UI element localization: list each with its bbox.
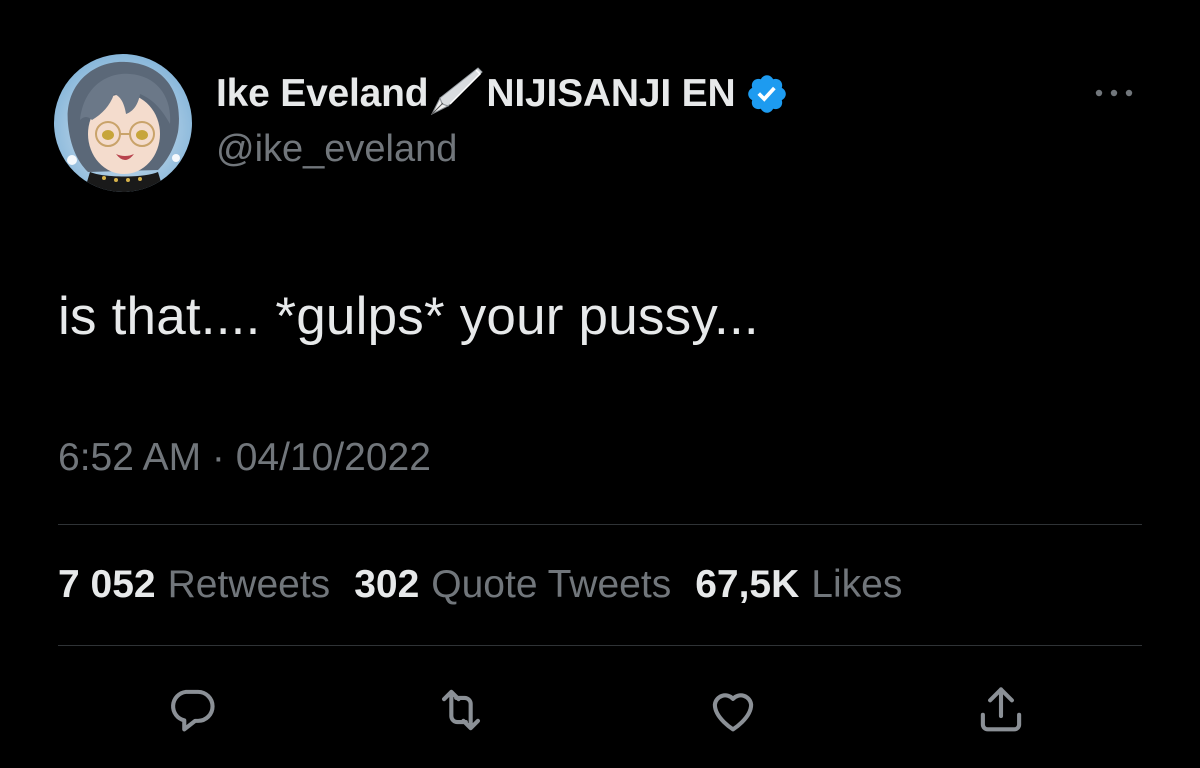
retweet-icon xyxy=(442,689,480,731)
display-name-second: NIJISANJI EN xyxy=(486,72,736,115)
tweet-text: is that.... *gulps* your pussy... xyxy=(58,287,759,346)
tweet-stats: 7 052 Retweets 302 Quote Tweets 67,5K Li… xyxy=(58,563,926,607)
tweet-card: Ike Eveland NIJISANJI EN @ike_eveland is… xyxy=(0,0,1200,768)
quotes-count: 302 xyxy=(354,563,420,606)
tweet-timestamp[interactable]: 6:52 AM · 04/10/2022 xyxy=(58,436,431,480)
retweets-count: 7 052 xyxy=(58,563,156,606)
more-options-icon[interactable] xyxy=(1092,86,1136,100)
display-name-first: Ike Eveland xyxy=(216,72,429,115)
share-icon xyxy=(980,687,1022,732)
reply-icon xyxy=(171,689,215,732)
user-handle[interactable]: @ike_eveland xyxy=(216,128,457,171)
display-name[interactable]: Ike Eveland NIJISANJI EN xyxy=(216,67,789,118)
likes-count: 67,5K xyxy=(695,563,800,606)
divider-bottom xyxy=(58,645,1142,646)
retweet-button[interactable] xyxy=(431,680,491,740)
avatar-image xyxy=(54,54,192,192)
retweets-label: Retweets xyxy=(167,563,331,606)
likes-stat[interactable]: 67,5K Likes xyxy=(695,563,902,607)
fountain-pen-icon xyxy=(428,62,484,118)
share-button[interactable] xyxy=(971,680,1031,740)
action-bar xyxy=(0,680,1200,740)
avatar[interactable] xyxy=(54,54,192,192)
verified-badge-icon xyxy=(745,72,789,116)
quotes-stat[interactable]: 302 Quote Tweets xyxy=(354,563,671,607)
like-button[interactable] xyxy=(703,680,763,740)
retweets-stat[interactable]: 7 052 Retweets xyxy=(58,563,330,607)
quotes-label: Quote Tweets xyxy=(431,563,672,606)
divider-top xyxy=(58,524,1142,525)
heart-icon xyxy=(712,693,754,732)
reply-button[interactable] xyxy=(162,680,222,740)
likes-label: Likes xyxy=(811,563,903,606)
